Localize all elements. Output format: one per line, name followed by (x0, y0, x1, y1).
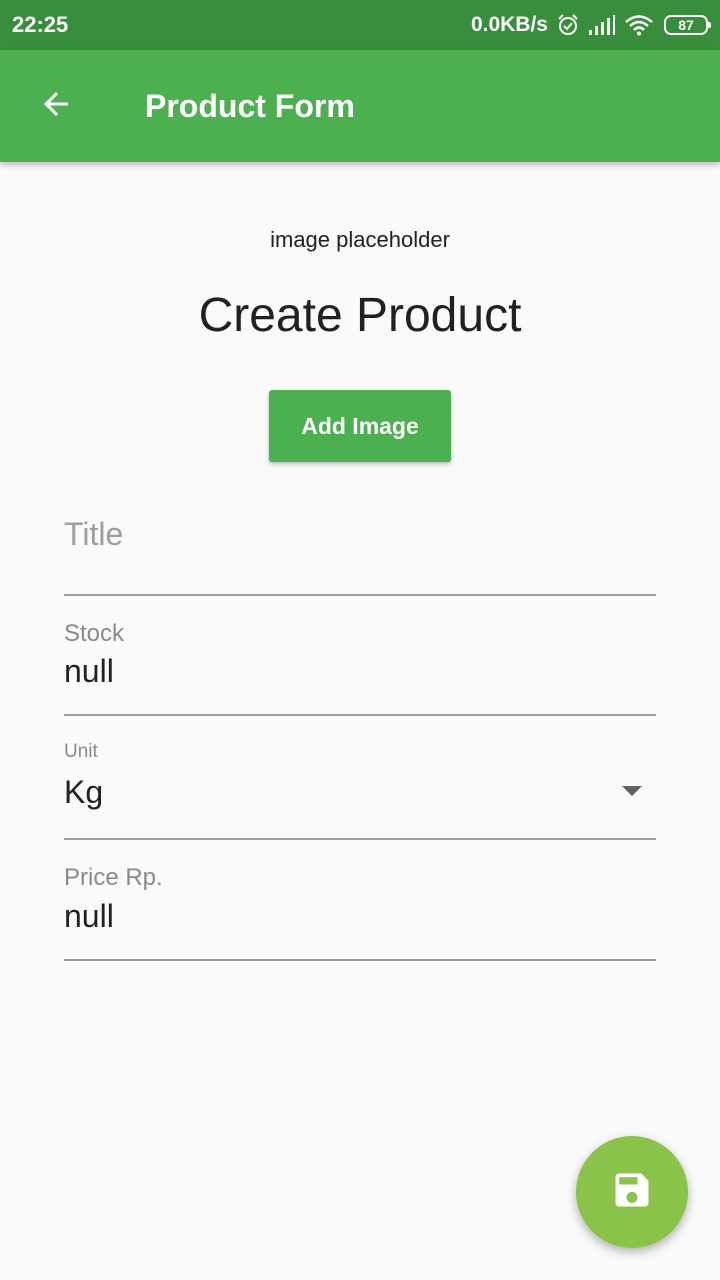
save-icon (610, 1168, 654, 1217)
status-time: 22:25 (12, 12, 69, 37)
battery-icon: 87 (664, 15, 711, 35)
stock-field[interactable]: Stock null (64, 619, 656, 716)
unit-label: Unit (64, 741, 98, 762)
unit-selected-value: Kg (64, 774, 104, 810)
dropdown-arrow-icon (622, 786, 642, 796)
unit-underline (64, 838, 656, 840)
app-bar: Product Form (0, 50, 720, 162)
title-field[interactable]: Title (64, 514, 656, 596)
save-fab-button[interactable] (576, 1136, 688, 1248)
signal-icon (588, 14, 616, 36)
network-speed: 0.0KB/s (470, 13, 548, 36)
stock-label: Stock (64, 620, 125, 647)
unit-dropdown[interactable]: Unit Kg (64, 740, 656, 840)
add-image-button[interactable]: Add Image (269, 390, 451, 462)
price-field[interactable]: Price Rp. null (64, 863, 656, 961)
title-placeholder: Title (64, 516, 124, 552)
back-button[interactable] (26, 76, 86, 136)
app-title: Product Form (145, 88, 355, 124)
alarm-icon (556, 13, 580, 37)
status-icons: 0.0KB/s 87 (470, 10, 711, 40)
stock-underline (64, 714, 656, 716)
price-value: null (64, 898, 114, 934)
page-title: Create Product (198, 289, 522, 342)
price-underline (64, 959, 656, 961)
price-label: Price Rp. (64, 864, 163, 891)
title-underline (64, 594, 656, 596)
image-placeholder: image placeholder (270, 227, 450, 252)
stock-value: null (64, 653, 114, 689)
wifi-icon (624, 14, 654, 36)
arrow-back-icon (38, 86, 74, 127)
status-bar: 22:25 0.0KB/s 87 (0, 0, 720, 50)
